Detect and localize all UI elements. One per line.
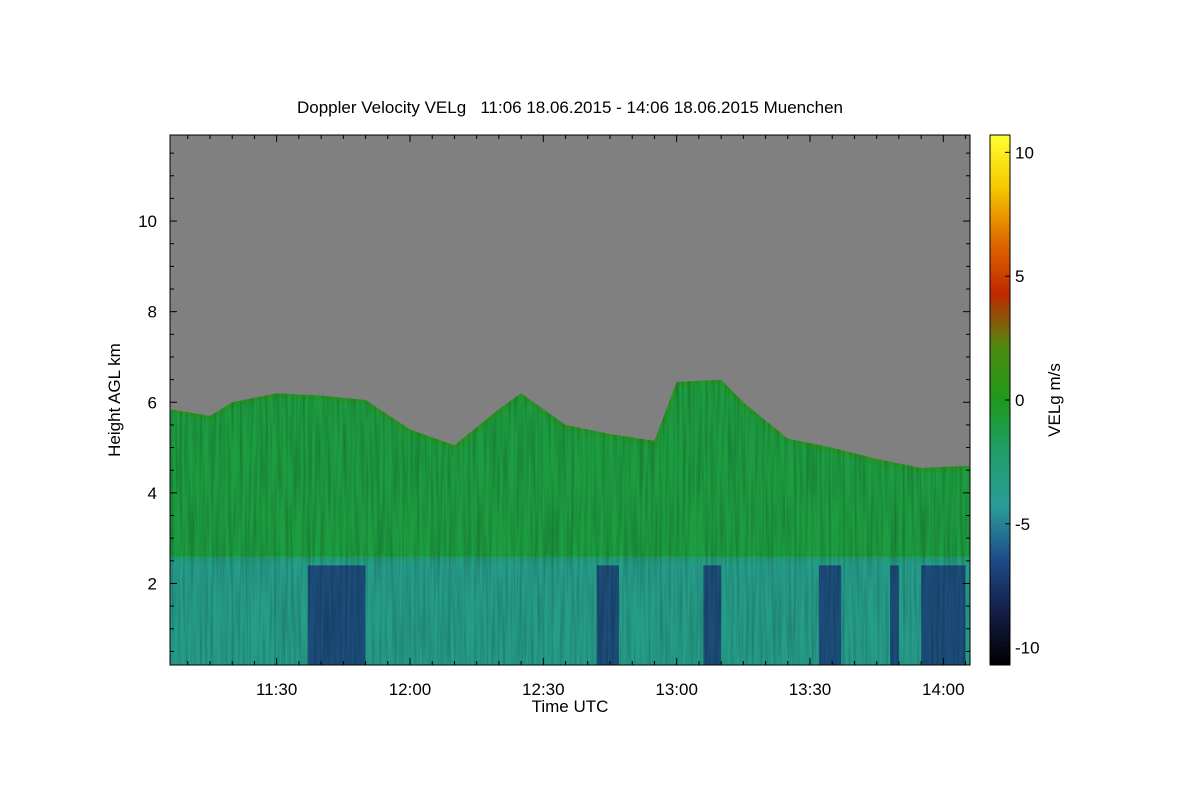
plot-area (169, 134, 971, 666)
figure: Doppler Velocity VELg 11:06 18.06.2015 -… (0, 0, 1200, 800)
y-axis-label: Height AGL km (105, 343, 124, 457)
y-tick-label: 6 (148, 393, 157, 412)
chart-svg: 11:30 12:00 12:30 13:00 13:30 14:00 246810 10… (138, 134, 1040, 699)
colorbar-tick-label: 0 (1015, 391, 1024, 410)
colorbar-tick-label: -5 (1015, 515, 1030, 534)
colorbar-tick-label: -10 (1015, 639, 1040, 658)
colorbar: 10 5 0 -5 -10 (989, 134, 1040, 666)
echo-layers (170, 135, 970, 665)
y-tick-label: 8 (148, 303, 157, 322)
y-tick-label: 10 (138, 212, 157, 231)
y-tick-label: 2 (148, 574, 157, 593)
colorbar-tick-label: 5 (1015, 267, 1024, 286)
colorbar-label: VELg m/s (1045, 363, 1064, 437)
y-tick-label: 4 (148, 484, 157, 503)
x-axis-label: Time UTC (531, 697, 609, 716)
colorbar-tick-label: 10 (1015, 143, 1034, 162)
